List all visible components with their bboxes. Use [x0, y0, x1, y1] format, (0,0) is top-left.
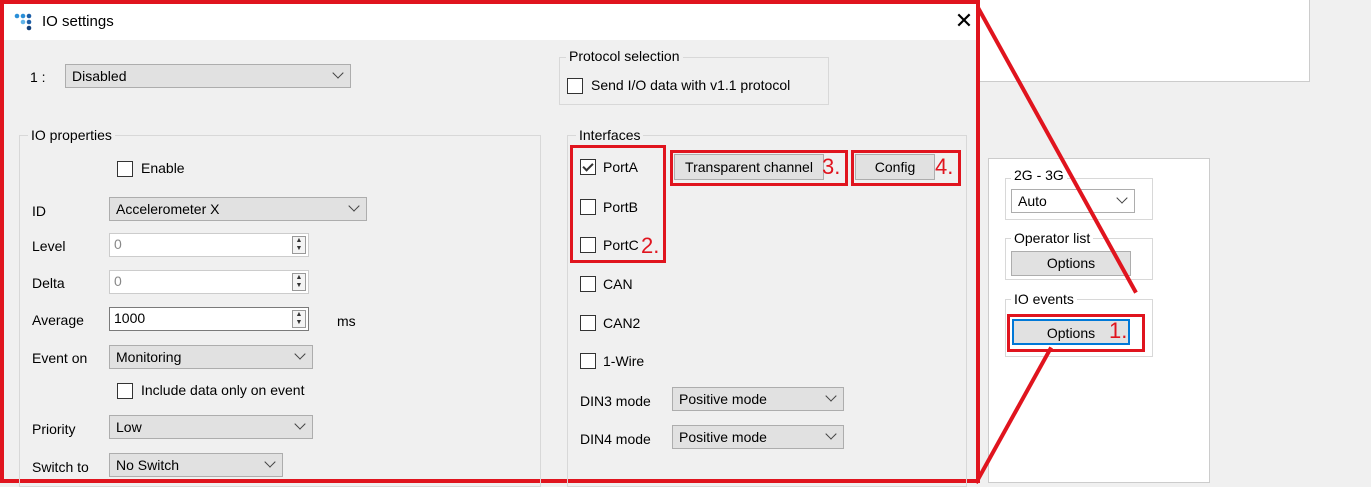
- step-4-label: 4.: [935, 154, 954, 179]
- event-on-select[interactable]: Monitoring: [109, 345, 313, 369]
- protocol-selection-title: Protocol selection: [566, 48, 683, 64]
- chevron-down-icon: [825, 390, 837, 402]
- network-mode-group-title: 2G - 3G: [1011, 167, 1067, 183]
- close-icon[interactable]: ✕: [950, 8, 978, 34]
- io-properties-title: IO properties: [28, 127, 115, 143]
- transparent-channel-button[interactable]: Transparent channel: [674, 154, 824, 180]
- switch-to-value: No Switch: [116, 457, 180, 473]
- din4-mode-label: DIN4 mode: [580, 431, 651, 447]
- config-button[interactable]: Config: [855, 154, 935, 180]
- chevron-down-icon: [1116, 192, 1128, 204]
- interfaces-title: Interfaces: [576, 127, 644, 143]
- include-data-checkbox[interactable]: [117, 383, 133, 399]
- level-input[interactable]: 0 ▲ ▼: [109, 233, 309, 257]
- spin-arrows-icon[interactable]: ▲ ▼: [292, 273, 306, 291]
- din4-mode-value: Positive mode: [679, 429, 767, 445]
- io-mode-select[interactable]: Disabled: [65, 64, 351, 88]
- step-3-label: 3.: [822, 154, 841, 179]
- chevron-down-icon: [264, 456, 276, 468]
- chevron-down-icon: [332, 67, 344, 79]
- onewire-label: 1-Wire: [603, 353, 645, 369]
- event-on-value: Monitoring: [116, 349, 182, 365]
- portb-label: PortB: [603, 199, 639, 215]
- priority-select[interactable]: Low: [109, 415, 313, 439]
- din3-mode-select[interactable]: Positive mode: [672, 387, 844, 411]
- io-index-label: 1 :: [30, 69, 46, 85]
- protocol-v11-label: Send I/O data with v1.1 protocol: [591, 77, 791, 93]
- dialog-title: IO settings: [42, 13, 114, 30]
- priority-label: Priority: [32, 421, 76, 437]
- portc-checkbox[interactable]: [580, 237, 596, 253]
- portc-label: PortC: [603, 237, 639, 253]
- switch-to-select[interactable]: No Switch: [109, 453, 283, 477]
- io-mode-value: Disabled: [72, 68, 127, 84]
- delta-label: Delta: [32, 275, 65, 291]
- step-1-label: 1.: [1109, 318, 1128, 343]
- background-window-top: [980, 0, 1310, 82]
- io-settings-dialog: IO settings ✕ 1 : Disabled Protocol sele…: [0, 0, 980, 487]
- io-events-group-title: IO events: [1011, 291, 1077, 307]
- onewire-checkbox[interactable]: [580, 353, 596, 369]
- checkmark-icon: [582, 160, 594, 172]
- include-data-label: Include data only on event: [141, 382, 305, 398]
- din4-mode-select[interactable]: Positive mode: [672, 425, 844, 449]
- spin-arrows-icon[interactable]: ▲ ▼: [292, 236, 306, 254]
- average-value: 1000: [114, 310, 146, 326]
- porta-checkbox[interactable]: [580, 159, 596, 175]
- average-unit: ms: [337, 313, 356, 329]
- operator-list-group-title: Operator list: [1011, 230, 1094, 246]
- din3-mode-label: DIN3 mode: [580, 393, 651, 409]
- din3-mode-value: Positive mode: [679, 391, 767, 407]
- delta-input[interactable]: 0 ▲ ▼: [109, 270, 309, 294]
- level-value: 0: [114, 236, 122, 252]
- porta-label: PortA: [603, 159, 639, 175]
- can-checkbox[interactable]: [580, 276, 596, 292]
- can2-label: CAN2: [603, 315, 641, 331]
- priority-value: Low: [116, 419, 142, 435]
- protocol-v11-checkbox[interactable]: [567, 78, 583, 94]
- delta-value: 0: [114, 273, 122, 289]
- id-select[interactable]: Accelerometer X: [109, 197, 367, 221]
- id-label: ID: [32, 203, 46, 219]
- id-value: Accelerometer X: [116, 201, 220, 217]
- average-label: Average: [32, 312, 84, 328]
- spin-arrows-icon[interactable]: ▲ ▼: [292, 310, 306, 328]
- chevron-down-icon: [348, 200, 360, 212]
- chevron-down-icon: [825, 428, 837, 440]
- network-mode-value: Auto: [1018, 193, 1047, 209]
- can2-checkbox[interactable]: [580, 315, 596, 331]
- level-label: Level: [32, 238, 66, 254]
- chevron-down-icon: [294, 418, 306, 430]
- app-logo-icon: [14, 13, 32, 31]
- average-input[interactable]: 1000 ▲ ▼: [109, 307, 309, 331]
- portb-checkbox[interactable]: [580, 199, 596, 215]
- title-bar: IO settings ✕: [4, 4, 976, 40]
- step-2-label: 2.: [641, 233, 660, 258]
- event-on-label: Event on: [32, 350, 88, 366]
- switch-to-label: Switch to: [32, 459, 89, 475]
- network-mode-select[interactable]: Auto: [1011, 189, 1135, 213]
- enable-checkbox[interactable]: [117, 161, 133, 177]
- enable-label: Enable: [141, 160, 185, 176]
- can-label: CAN: [603, 276, 633, 292]
- chevron-down-icon: [294, 348, 306, 360]
